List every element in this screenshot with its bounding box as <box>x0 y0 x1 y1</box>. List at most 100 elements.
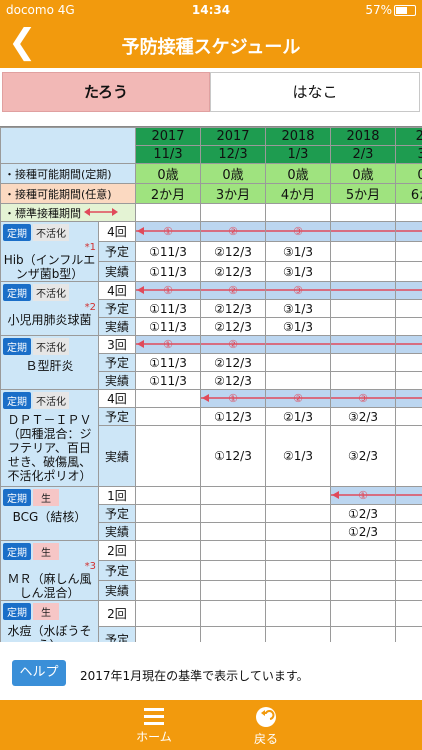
actual-cell[interactable] <box>395 261 422 282</box>
plan-cell[interactable]: ②1/3 <box>265 407 331 426</box>
plan-cell[interactable] <box>395 353 422 372</box>
actual-cell[interactable] <box>395 425 422 487</box>
actual-cell[interactable]: ②12/3 <box>200 261 266 282</box>
actual-cell[interactable] <box>135 522 201 541</box>
period-cell <box>265 486 331 505</box>
plan-cell[interactable] <box>395 560 422 581</box>
plan-cell[interactable] <box>330 560 396 581</box>
plan-cell[interactable] <box>395 241 422 262</box>
period-cell: ① <box>135 221 201 242</box>
plan-cell[interactable]: ①11/3 <box>135 241 201 262</box>
actual-cell[interactable] <box>395 580 422 601</box>
actual-cell[interactable] <box>200 580 266 601</box>
plan-cell[interactable] <box>395 299 422 318</box>
actual-cell[interactable] <box>135 580 201 601</box>
actual-cell[interactable]: ①11/3 <box>135 317 201 336</box>
period-arrow: ① <box>136 338 200 351</box>
col-year: 2018 <box>265 127 331 146</box>
vaccine-name[interactable]: Ｂ型肝炎 <box>2 359 98 373</box>
actual-cell[interactable] <box>330 317 396 336</box>
plan-cell[interactable] <box>265 560 331 581</box>
actual-cell[interactable]: ①12/3 <box>200 425 266 487</box>
plan-cell[interactable] <box>330 299 396 318</box>
actual-cell[interactable] <box>330 580 396 601</box>
plan-cell[interactable] <box>330 626 396 642</box>
actual-cell[interactable]: ③1/3 <box>265 261 331 282</box>
vaccine-cell: 定期生 BCG（結核） <box>0 486 99 541</box>
vaccine-name[interactable]: BCG（結核） <box>2 510 98 524</box>
vaccine-name[interactable]: 水痘（水ぼうそう） <box>2 624 98 642</box>
empty-cell <box>330 203 396 222</box>
plan-cell[interactable]: ③2/3 <box>330 407 396 426</box>
actual-cell[interactable]: ②12/3 <box>200 317 266 336</box>
actual-cell[interactable] <box>265 371 331 390</box>
plan-cell[interactable] <box>395 626 422 642</box>
plan-label: 予定 <box>98 407 136 426</box>
plan-cell[interactable]: ①11/3 <box>135 353 201 372</box>
plan-cell[interactable] <box>135 626 201 642</box>
plan-label: 予定 <box>98 299 136 318</box>
plan-cell[interactable]: ③1/3 <box>265 241 331 262</box>
actual-cell[interactable] <box>395 371 422 390</box>
plan-cell[interactable] <box>265 504 331 523</box>
plan-cell[interactable] <box>200 560 266 581</box>
note-marker: *1 <box>84 242 96 253</box>
plan-cell[interactable] <box>135 504 201 523</box>
plan-cell[interactable]: ①2/3 <box>330 504 396 523</box>
actual-cell[interactable]: ②1/3 <box>265 425 331 487</box>
vaccine-name[interactable]: Hib（インフルエンザ菌b型） <box>2 253 98 281</box>
schedule-grid[interactable]: 201720172018201820111/312/31/32/33/3・接種可… <box>0 126 422 642</box>
period-cell <box>395 540 422 561</box>
help-button[interactable]: ヘルプ <box>12 660 66 686</box>
actual-cell[interactable]: ③1/3 <box>265 317 331 336</box>
period-arrow: ② <box>201 225 265 238</box>
actual-cell[interactable] <box>395 317 422 336</box>
col-months: 4か月 <box>265 183 331 204</box>
plan-cell[interactable]: ①12/3 <box>200 407 266 426</box>
vaccine-type-badge: 生 <box>33 489 59 506</box>
tab-taro[interactable]: たろう <box>2 72 210 112</box>
actual-cell[interactable]: ①2/3 <box>330 522 396 541</box>
tab-hanako[interactable]: はなこ <box>210 72 420 112</box>
actual-cell[interactable] <box>265 522 331 541</box>
plan-cell[interactable]: ②12/3 <box>200 353 266 372</box>
plan-cell[interactable]: ①11/3 <box>135 299 201 318</box>
footer-note: 2017年1月現在の基準で表示しています。 <box>80 669 309 683</box>
plan-cell[interactable]: ③1/3 <box>265 299 331 318</box>
plan-cell[interactable] <box>265 626 331 642</box>
period-arrow: ① <box>136 284 200 297</box>
vaccine-name[interactable]: ＭＲ（麻しん風しん混合） <box>2 572 98 600</box>
dose-count: 4回 <box>98 389 136 408</box>
col-date: 2/3 <box>330 145 396 164</box>
actual-cell[interactable] <box>200 522 266 541</box>
plan-cell[interactable] <box>200 626 266 642</box>
vaccine-name[interactable]: ＤＰＴ－ＩＰＶ（四種混合：ジフテリア、百日せき、破傷風、不活化ポリオ） <box>2 413 98 483</box>
actual-cell[interactable] <box>135 425 201 487</box>
plan-cell[interactable] <box>330 353 396 372</box>
actual-cell[interactable] <box>330 371 396 390</box>
plan-cell[interactable]: ②12/3 <box>200 299 266 318</box>
plan-cell[interactable] <box>330 241 396 262</box>
actual-cell[interactable]: ③2/3 <box>330 425 396 487</box>
home-button[interactable]: ホーム <box>124 706 184 745</box>
plan-cell[interactable] <box>200 504 266 523</box>
plan-cell[interactable] <box>395 407 422 426</box>
plan-cell[interactable] <box>135 560 201 581</box>
plan-cell[interactable]: ②12/3 <box>200 241 266 262</box>
period-arrow: ① <box>201 392 265 405</box>
actual-cell[interactable] <box>395 522 422 541</box>
actual-cell[interactable]: ②12/3 <box>200 371 266 390</box>
actual-cell[interactable] <box>265 580 331 601</box>
return-button[interactable]: 戻る <box>236 706 296 747</box>
period-cell <box>265 600 331 627</box>
vaccine-name[interactable]: 小児用肺炎球菌 <box>2 313 98 327</box>
period-arrow <box>396 494 422 496</box>
actual-cell[interactable]: ①11/3 <box>135 261 201 282</box>
col-age: 0歳 <box>200 163 266 184</box>
col-date: 3/3 <box>395 145 422 164</box>
plan-cell[interactable] <box>265 353 331 372</box>
actual-cell[interactable]: ①11/3 <box>135 371 201 390</box>
plan-cell[interactable] <box>135 407 201 426</box>
plan-cell[interactable] <box>395 504 422 523</box>
actual-cell[interactable] <box>330 261 396 282</box>
